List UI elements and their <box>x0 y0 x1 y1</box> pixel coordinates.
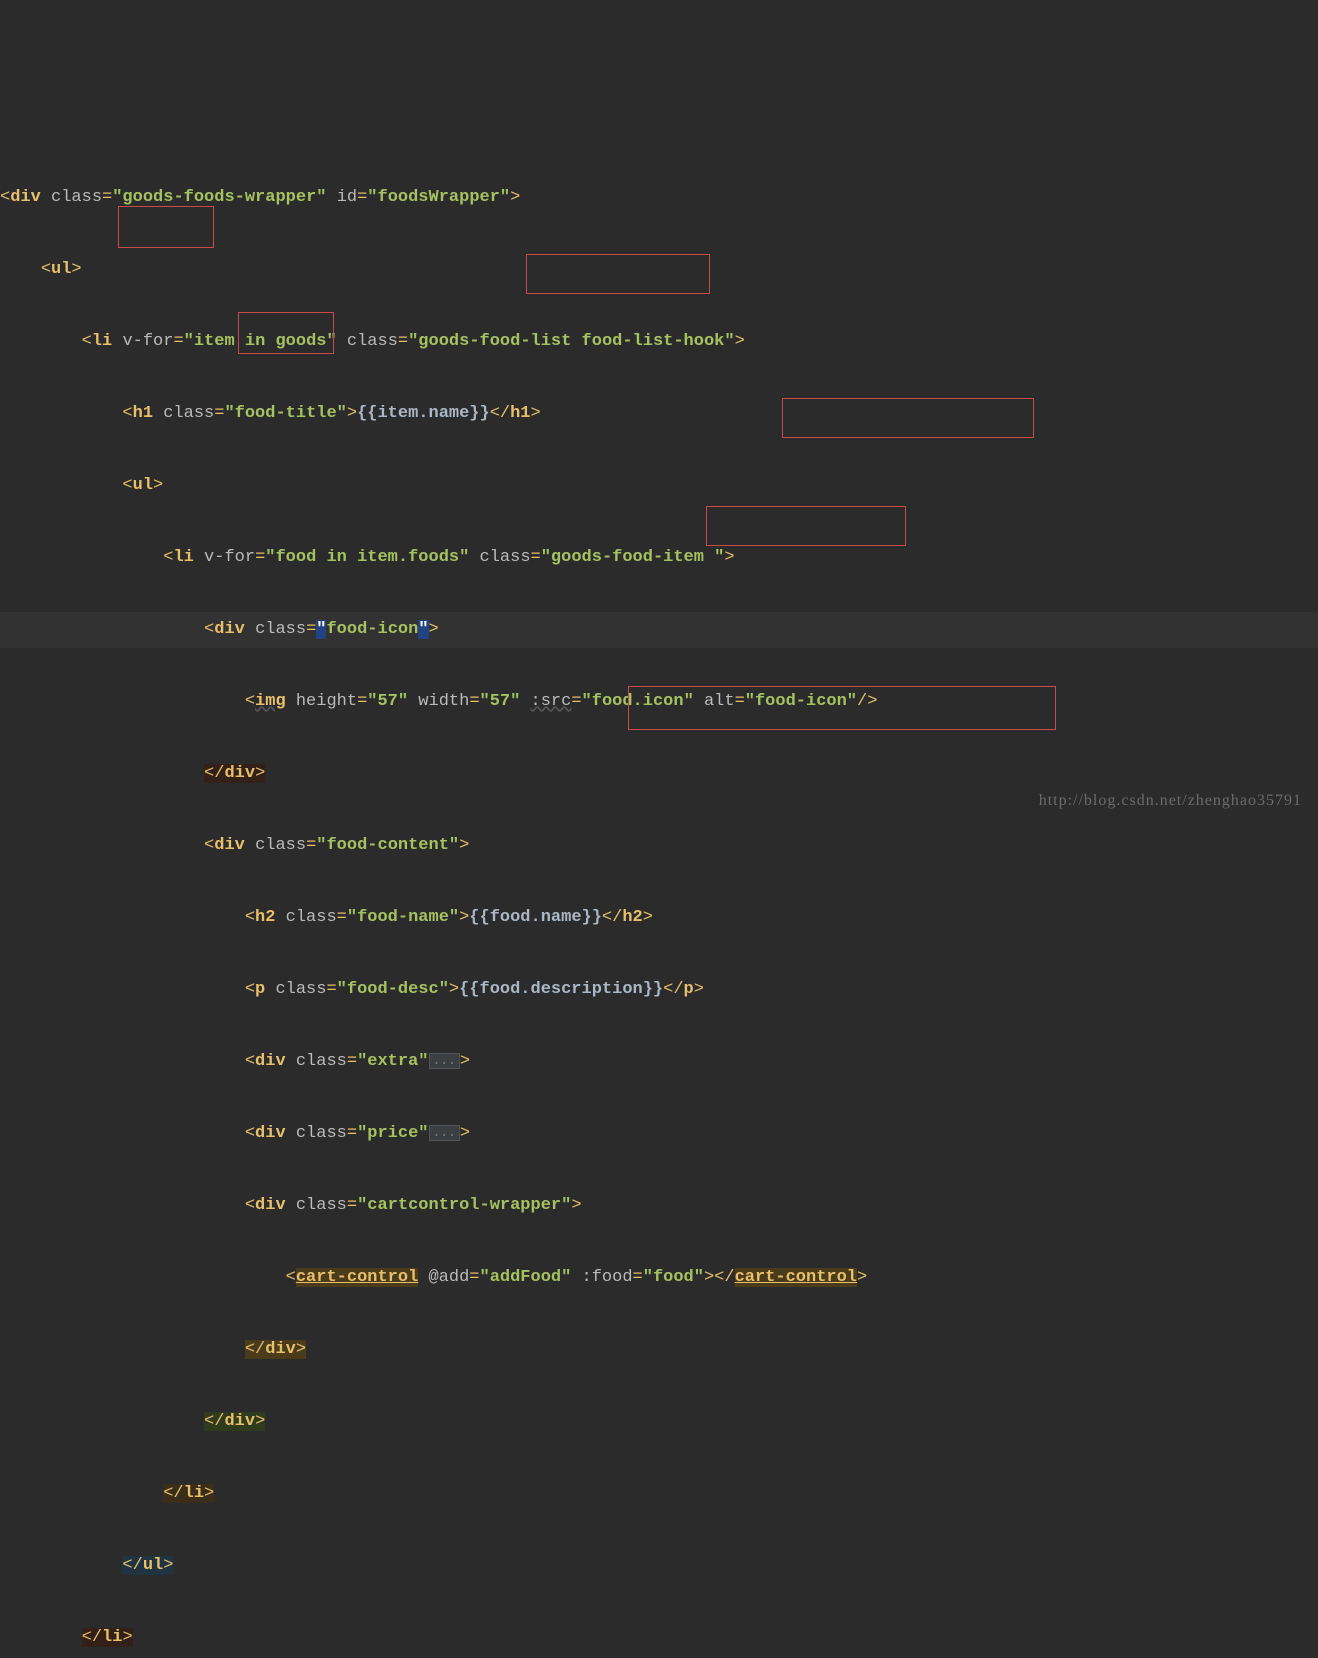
code-line: <div class="extra"...> <box>0 1044 1318 1080</box>
code-line: <div class="food-icon"> <box>0 612 1318 648</box>
code-line: <img height="57" width="57" :src="food.i… <box>0 684 1318 720</box>
code-line: <li v-for="item in goods" class="goods-f… <box>0 324 1318 360</box>
code-line: </ul> <box>0 1548 1318 1584</box>
code-line: <ul> <box>0 468 1318 504</box>
code-line: </div> <box>0 1332 1318 1368</box>
code-line: </div> <box>0 1404 1318 1440</box>
code-line: <p class="food-desc">{{food.description}… <box>0 972 1318 1008</box>
code-editor[interactable]: <div class="goods-foods-wrapper" id="foo… <box>0 144 1318 1658</box>
watermark: http://blog.csdn.net/zhenghao35791 <box>1039 783 1302 819</box>
code-line: <h2 class="food-name">{{food.name}}</h2> <box>0 900 1318 936</box>
code-line: <div class="food-content"> <box>0 828 1318 864</box>
code-line: <div class="cartcontrol-wrapper"> <box>0 1188 1318 1224</box>
code-line: <h1 class="food-title">{{item.name}}</h1… <box>0 396 1318 432</box>
code-line: <div class="goods-foods-wrapper" id="foo… <box>0 180 1318 216</box>
fold-icon[interactable]: ... <box>429 1125 460 1141</box>
fold-icon[interactable]: ... <box>429 1053 460 1069</box>
code-line: <cart-control @add="addFood" :food="food… <box>0 1260 1318 1296</box>
code-line: <li v-for="food in item.foods" class="go… <box>0 540 1318 576</box>
code-line: </li> <box>0 1620 1318 1656</box>
code-line: <div class="price"...> <box>0 1116 1318 1152</box>
code-line: <ul> <box>0 252 1318 288</box>
code-line: </li> <box>0 1476 1318 1512</box>
